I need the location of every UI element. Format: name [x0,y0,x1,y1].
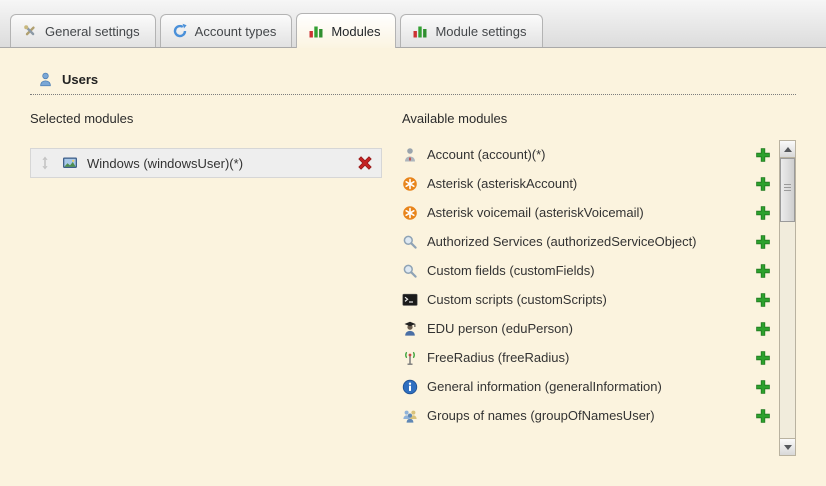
green-plus-icon [755,321,771,337]
add-module-button[interactable] [755,379,771,395]
magnifier-icon [402,263,418,279]
tab-account-types[interactable]: Account types [160,14,293,47]
asterisk-icon [402,176,418,192]
module-label: Custom fields (customFields) [427,263,595,278]
add-module-button[interactable] [755,205,771,221]
list-item: FreeRadius (freeRadius) [402,343,771,372]
list-item: EDU person (eduPerson) [402,314,771,343]
bar-chart-icon [308,23,324,39]
windows-icon [62,155,78,171]
scroll-up-button[interactable] [780,141,795,158]
module-label: General information (generalInformation) [427,379,662,394]
green-plus-icon [755,234,771,250]
add-module-button[interactable] [755,321,771,337]
tab-label: Modules [331,24,380,39]
sync-gear-icon [172,23,188,39]
green-plus-icon [755,176,771,192]
green-plus-icon [755,350,771,366]
modules-content: Users Selected modules Windows (windowsU… [0,48,826,486]
add-module-button[interactable] [755,263,771,279]
selected-module-label: Windows (windowsUser)(*) [87,156,348,171]
user-icon [38,72,53,87]
green-plus-icon [755,292,771,308]
remove-module-button[interactable] [357,155,373,171]
arrow-up-icon [784,147,792,152]
magnifier-icon [402,234,418,250]
drag-handle-icon[interactable] [37,155,53,171]
antenna-icon [402,350,418,366]
selected-modules-heading: Selected modules [30,107,382,128]
available-modules-list: Account (account)(*) Asterisk (asteriskA… [402,140,779,456]
asterisk-icon [402,205,418,221]
graduate-icon [402,321,418,337]
green-plus-icon [755,263,771,279]
list-item: General information (generalInformation) [402,372,771,401]
red-cross-icon [357,155,373,171]
module-label: Asterisk (asteriskAccount) [427,176,577,191]
tab-label: Module settings [435,24,526,39]
module-label: Account (account)(*) [427,147,546,162]
arrow-down-icon [784,445,792,450]
section-title: Users [62,72,98,87]
terminal-icon [402,292,418,308]
person-icon [402,147,418,163]
add-module-button[interactable] [755,147,771,163]
add-module-button[interactable] [755,292,771,308]
list-item: Asterisk (asteriskAccount) [402,169,771,198]
green-plus-icon [755,379,771,395]
tools-icon [22,23,38,39]
green-plus-icon [755,408,771,424]
tab-general-settings[interactable]: General settings [10,14,156,47]
scrollbar[interactable] [779,140,796,456]
tab-label: General settings [45,24,140,39]
add-module-button[interactable] [755,176,771,192]
selected-modules-panel: Selected modules Windows (windowsUser)(*… [30,107,382,456]
thumb-grip-icon [784,187,791,188]
scroll-down-button[interactable] [780,438,795,455]
module-label: Custom scripts (customScripts) [427,292,607,307]
module-label: EDU person (eduPerson) [427,321,573,336]
module-label: Asterisk voicemail (asteriskVoicemail) [427,205,644,220]
list-item: Custom scripts (customScripts) [402,285,771,314]
green-plus-icon [755,147,771,163]
module-label: Groups of names (groupOfNamesUser) [427,408,655,423]
info-icon [402,379,418,395]
tab-label: Account types [195,24,277,39]
tab-module-settings[interactable]: Module settings [400,14,542,47]
scrollbar-thumb[interactable] [780,158,795,222]
list-item: Groups of names (groupOfNamesUser) [402,401,771,430]
green-plus-icon [755,205,771,221]
module-label: FreeRadius (freeRadius) [427,350,569,365]
scrollbar-track[interactable] [780,158,795,438]
list-item: Asterisk voicemail (asteriskVoicemail) [402,198,771,227]
add-module-button[interactable] [755,408,771,424]
module-label: Authorized Services (authorizedServiceOb… [427,234,697,249]
add-module-button[interactable] [755,350,771,366]
tab-bar: General settings Account types Modules M… [0,0,826,48]
add-module-button[interactable] [755,234,771,250]
group-icon [402,408,418,424]
bar-chart-icon [412,23,428,39]
tab-modules[interactable]: Modules [296,13,396,48]
list-item: Authorized Services (authorizedServiceOb… [402,227,771,256]
list-item: Account (account)(*) [402,140,771,169]
section-header: Users [30,64,796,95]
selected-module-row: Windows (windowsUser)(*) [30,148,382,178]
available-modules-heading: Available modules [402,107,796,128]
available-modules-panel: Available modules Account (account)(*) A… [402,107,796,456]
list-item: Custom fields (customFields) [402,256,771,285]
